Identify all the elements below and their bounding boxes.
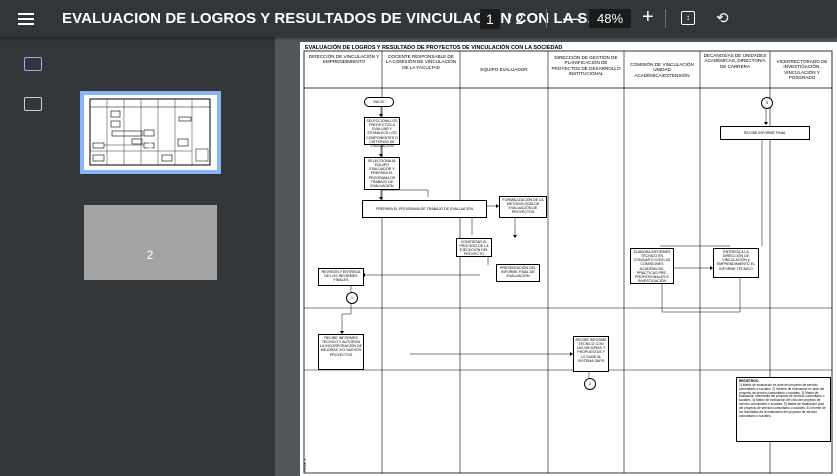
zoom-in-button[interactable]: + bbox=[642, 6, 654, 29]
flow-box-formalizacion: FORMALIZACIÓN DE LA METODOLOGÍA DE EVALU… bbox=[499, 196, 547, 218]
connector-2: 2 bbox=[584, 378, 596, 390]
page-thumbnail-2[interactable] bbox=[84, 205, 217, 280]
column-header-vicerrectorado: VICERRECTORADO DE INVESTIGACIÓN, VINCULA… bbox=[776, 59, 828, 80]
flow-box-recibe-informes-tecnico: RECIBE INFORMES TÉCNICO Y AUTORIZA LA IN… bbox=[318, 334, 364, 370]
page-thumbnail-1[interactable] bbox=[80, 91, 221, 174]
toolbar-divider bbox=[546, 9, 547, 28]
registros-text: 1) Matriz de evaluación ex-ante del proy… bbox=[739, 382, 826, 418]
current-page-input[interactable]: 1 bbox=[480, 9, 500, 29]
fit-to-page-icon[interactable]: ↕ bbox=[681, 11, 695, 25]
column-header-decanos: DECANOS/AS DE UNIDADES ACADÉMICAS, DIREC… bbox=[703, 53, 767, 69]
connector-1: 1 bbox=[346, 292, 358, 304]
flowchart-title: EVALUACIÓN DE LOGROS Y RESULTADO DE PROY… bbox=[305, 45, 563, 51]
phase-label: FASE 1 bbox=[302, 458, 307, 472]
column-header-planificacion: DIRECCIÓN DE GESTIÓN DE PLANIFICACIÓN DE… bbox=[551, 55, 621, 76]
zoom-level-input[interactable]: 48% bbox=[589, 9, 632, 28]
flow-box-recibe-informe-saps: RECIBE INFORME TÉCNICO CON LAS MEJORAS Y… bbox=[573, 336, 609, 372]
flow-box-entrega-direccion: ENTREGA A LA DIRECCIÓN DE VINCULACIÓN y … bbox=[713, 248, 759, 278]
flow-box-prepara-programa: PREPARA EL PROGRAMA DE TRABAJO DE EVALUA… bbox=[362, 200, 487, 218]
page-number-1: 1 bbox=[146, 138, 154, 152]
column-header-comision-vinculacion: COMISIÓN DE VINCULACIÓN UNIDAD ACADÉMICA… bbox=[630, 62, 694, 78]
total-pages: 2 bbox=[515, 11, 524, 27]
thumbnail-sidebar: 1 2 bbox=[0, 37, 275, 476]
flow-box-selecciona-equipo: SELECCIONA AL EQUIPO EVALUADOR Y PREPARA… bbox=[364, 157, 400, 190]
rotate-icon[interactable]: ⟲ bbox=[716, 9, 729, 27]
flow-box-recibe-informe-final: RECIBE INFORME FINAL bbox=[720, 126, 810, 140]
connector-3: 3 bbox=[761, 97, 773, 109]
column-header-equipo-evaluador: EQUIPO EVALUADOR bbox=[480, 67, 528, 72]
outline-view-icon[interactable] bbox=[24, 97, 42, 111]
menu-icon[interactable] bbox=[16, 9, 36, 29]
column-header-direccion-vinculacion: DIRECCIÓN DE VINCULACIÓN Y EMPRENDIMIENT… bbox=[308, 54, 380, 65]
page-separator: / bbox=[507, 11, 512, 27]
page-number-2: 2 bbox=[146, 248, 154, 262]
pdf-toolbar: EVALUACION DE LOGROS Y RESULTADOS DE VIN… bbox=[0, 0, 837, 37]
flow-box-elabora-informes: ELABORA INFORMES TÉCNICO EN CONJUNTO CON… bbox=[630, 248, 674, 284]
zoom-out-button[interactable]: — bbox=[563, 8, 581, 29]
flow-box-selecciona-proyectos: SELECCIONA LOS PROYECTOS A EVALUAR Y EST… bbox=[364, 117, 400, 148]
flow-box-presentacion-informe: PRESENTACIÓN DEL INFORME FINAL DE EVALUA… bbox=[496, 264, 540, 282]
thumbnails-view-icon[interactable] bbox=[24, 57, 42, 71]
flow-box-revision-entrega: REVISIÓN Y ENTREGA DE LOS INFORMES FINAL… bbox=[318, 268, 364, 286]
start-node: INICIO bbox=[364, 97, 394, 107]
toolbar-divider bbox=[665, 9, 666, 28]
page-indicator: 1 / 2 bbox=[480, 9, 523, 29]
registros-box: REGISTROS: 1) Matriz de evaluación ex-an… bbox=[736, 377, 831, 442]
column-header-docente-responsable: DOCENTE RESPONSABLE DE LA COMISIÓN DE VI… bbox=[385, 54, 457, 70]
thumbnail-flowchart-image bbox=[89, 98, 211, 166]
document-page: EVALUACIÓN DE LOGROS Y RESULTADO DE PROY… bbox=[300, 42, 837, 476]
flow-box-constatar-proceso: CONSTATAR EL PROCESO DE LA EJECUCIÓN DEL… bbox=[456, 238, 492, 257]
